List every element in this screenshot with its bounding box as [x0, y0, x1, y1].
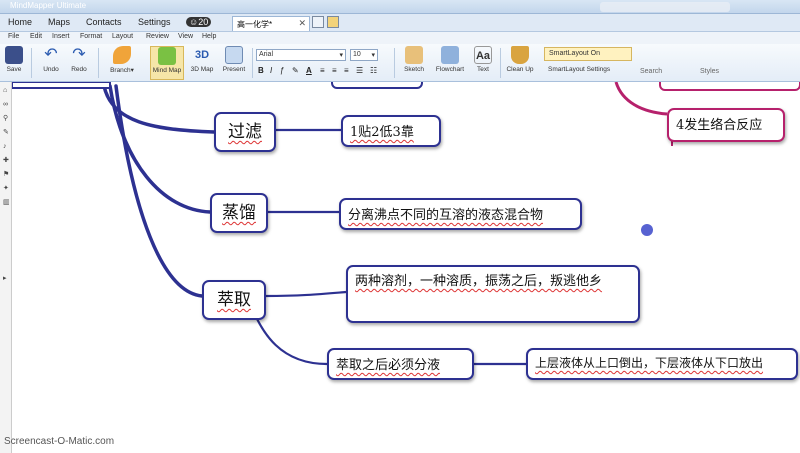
close-icon[interactable]: ✕ [298, 18, 306, 29]
save-tab-icon[interactable] [312, 16, 324, 28]
subbranch-detail-node[interactable]: 上层液体从上口倒出，下层液体从下口放出 [526, 348, 798, 380]
partial-pink-node [659, 82, 800, 91]
bullets-icon[interactable]: ☰ [356, 66, 363, 75]
tab-settings[interactable]: Settings [138, 17, 171, 27]
detail-node-extract[interactable]: 两种溶剂，一种溶质，振荡之后，叛逃他乡 [346, 265, 640, 323]
text-button[interactable]: Aa Text [470, 46, 496, 80]
undo-button[interactable]: ↶ Undo [38, 46, 64, 80]
partial-top-node [331, 82, 423, 89]
ribbon-tab-help[interactable]: Help [202, 33, 216, 40]
tab-maps[interactable]: Maps [48, 17, 70, 27]
present-button[interactable]: Present [220, 46, 248, 80]
menu-tabs: Home Maps Contacts Settings ☺20 高一化学* ✕ [0, 14, 800, 32]
topic-node-distill[interactable]: 蒸馏 [210, 193, 268, 233]
redo-button[interactable]: ↷ Redo [66, 46, 92, 80]
tab-contacts[interactable]: Contacts [86, 17, 122, 27]
subbranch-node[interactable]: 萃取之后必须分液 [327, 348, 474, 380]
link-icon[interactable]: ∞ [3, 101, 9, 108]
redo-icon: ↷ [72, 46, 86, 63]
mind-map-button[interactable]: Mind Map [150, 46, 184, 80]
ribbon-toolbar: Save ↶ Undo ↷ Redo Branch▾ Mind Map 3D 3… [0, 44, 800, 82]
mouse-cursor [641, 224, 653, 236]
undo-icon: ↶ [44, 46, 58, 63]
mind-map-icon [158, 47, 176, 65]
branch-button[interactable]: Branch▾ [104, 46, 140, 80]
topic-node-filter[interactable]: 过滤 [214, 112, 276, 152]
topic-node-extract[interactable]: 萃取 [202, 280, 266, 320]
sketch-icon [405, 46, 423, 64]
separator [98, 48, 99, 78]
separator [500, 48, 501, 78]
tab-home[interactable]: Home [8, 17, 32, 27]
title-blur [600, 2, 730, 12]
note-icon[interactable]: ♪ [3, 143, 9, 150]
document-tab-label: 高一化学* [237, 20, 273, 29]
ribbon-tab-file[interactable]: File [8, 33, 19, 40]
sketch-button[interactable]: Sketch [400, 46, 428, 80]
chart-icon[interactable]: ▥ [3, 199, 10, 206]
expand-arrow-icon[interactable]: ▸ [3, 275, 9, 282]
ribbon-tab-edit[interactable]: Edit [30, 33, 42, 40]
ribbon-tab-view[interactable]: View [178, 33, 193, 40]
partial-root-node [12, 82, 111, 89]
3d-map-button[interactable]: 3D 3D Map [188, 46, 216, 80]
flowchart-button[interactable]: Flowchart [432, 46, 468, 80]
branch-icon [113, 46, 131, 64]
font-color-button[interactable]: A [306, 66, 312, 75]
pin-icon[interactable]: ✚ [3, 157, 9, 164]
separator [31, 48, 32, 78]
present-icon [225, 46, 243, 64]
home-icon[interactable]: ⌂ [3, 87, 9, 94]
strike-button[interactable]: ƒ [280, 66, 284, 75]
separator [394, 48, 395, 78]
connector-extract [265, 290, 347, 298]
text-icon: Aa [474, 46, 492, 64]
ribbon-tab-format[interactable]: Format [80, 33, 102, 40]
styles-label[interactable]: Styles [700, 68, 719, 75]
ribbon-tabs: File Edit Insert Format Layout Review Vi… [0, 32, 800, 44]
align-center-icon[interactable]: ≡ [332, 66, 337, 75]
notification-badge[interactable]: ☺20 [186, 17, 212, 27]
font-family-select[interactable]: Arial ▾ [256, 49, 346, 61]
numbering-icon[interactable]: ☷ [370, 66, 377, 75]
flag-icon[interactable]: ⚑ [3, 171, 9, 178]
attach-icon[interactable]: ⚲ [3, 115, 9, 122]
star-icon[interactable]: ✦ [3, 185, 9, 192]
ribbon-tab-review[interactable]: Review [146, 33, 169, 40]
3d-icon: 3D [194, 49, 210, 61]
bold-button[interactable]: B [258, 66, 264, 75]
align-left-icon[interactable]: ≡ [320, 66, 325, 75]
folder-icon[interactable] [327, 16, 339, 28]
pencil-icon[interactable]: ✎ [3, 129, 9, 136]
format-paint-icon[interactable]: ✎ [292, 66, 299, 75]
separator [252, 48, 253, 78]
document-tab[interactable]: 高一化学* ✕ [232, 16, 310, 31]
clean-up-button[interactable]: Clean Up [504, 46, 536, 80]
title-bar: MindMapper Ultimate [0, 0, 800, 14]
broom-icon [511, 46, 529, 64]
left-toolbar: ⌂ ∞ ⚲ ✎ ♪ ✚ ⚑ ✦ ▥ ▸ [0, 82, 12, 453]
ribbon-tab-insert[interactable]: Insert [52, 33, 70, 40]
pink-detail-node[interactable]: 4发生络合反应 [667, 108, 785, 142]
font-size-select[interactable]: 10 ▾ [350, 49, 378, 61]
detail-node-filter[interactable]: 1贴2低3靠 [341, 115, 441, 147]
flowchart-icon [441, 46, 459, 64]
save-icon [5, 46, 23, 64]
smartlayout-toggle[interactable]: SmartLayout On [544, 47, 632, 61]
ribbon-tab-layout[interactable]: Layout [112, 33, 133, 40]
window-title: MindMapper Ultimate [10, 1, 87, 10]
detail-node-distill[interactable]: 分离沸点不同的互溶的液态混合物 [339, 198, 582, 230]
smartlayout-settings-button[interactable]: SmartLayout Settings [544, 65, 632, 77]
map-canvas[interactable]: 过滤 1贴2低3靠 蒸馏 分离沸点不同的互溶的液态混合物 萃取 两种溶剂，一种溶… [12, 82, 800, 453]
align-right-icon[interactable]: ≡ [344, 66, 349, 75]
save-button[interactable]: Save [3, 46, 25, 80]
search-label[interactable]: Search [640, 68, 662, 75]
italic-button[interactable]: I [270, 66, 272, 75]
watermark: Screencast-O-Matic.com [4, 436, 115, 447]
